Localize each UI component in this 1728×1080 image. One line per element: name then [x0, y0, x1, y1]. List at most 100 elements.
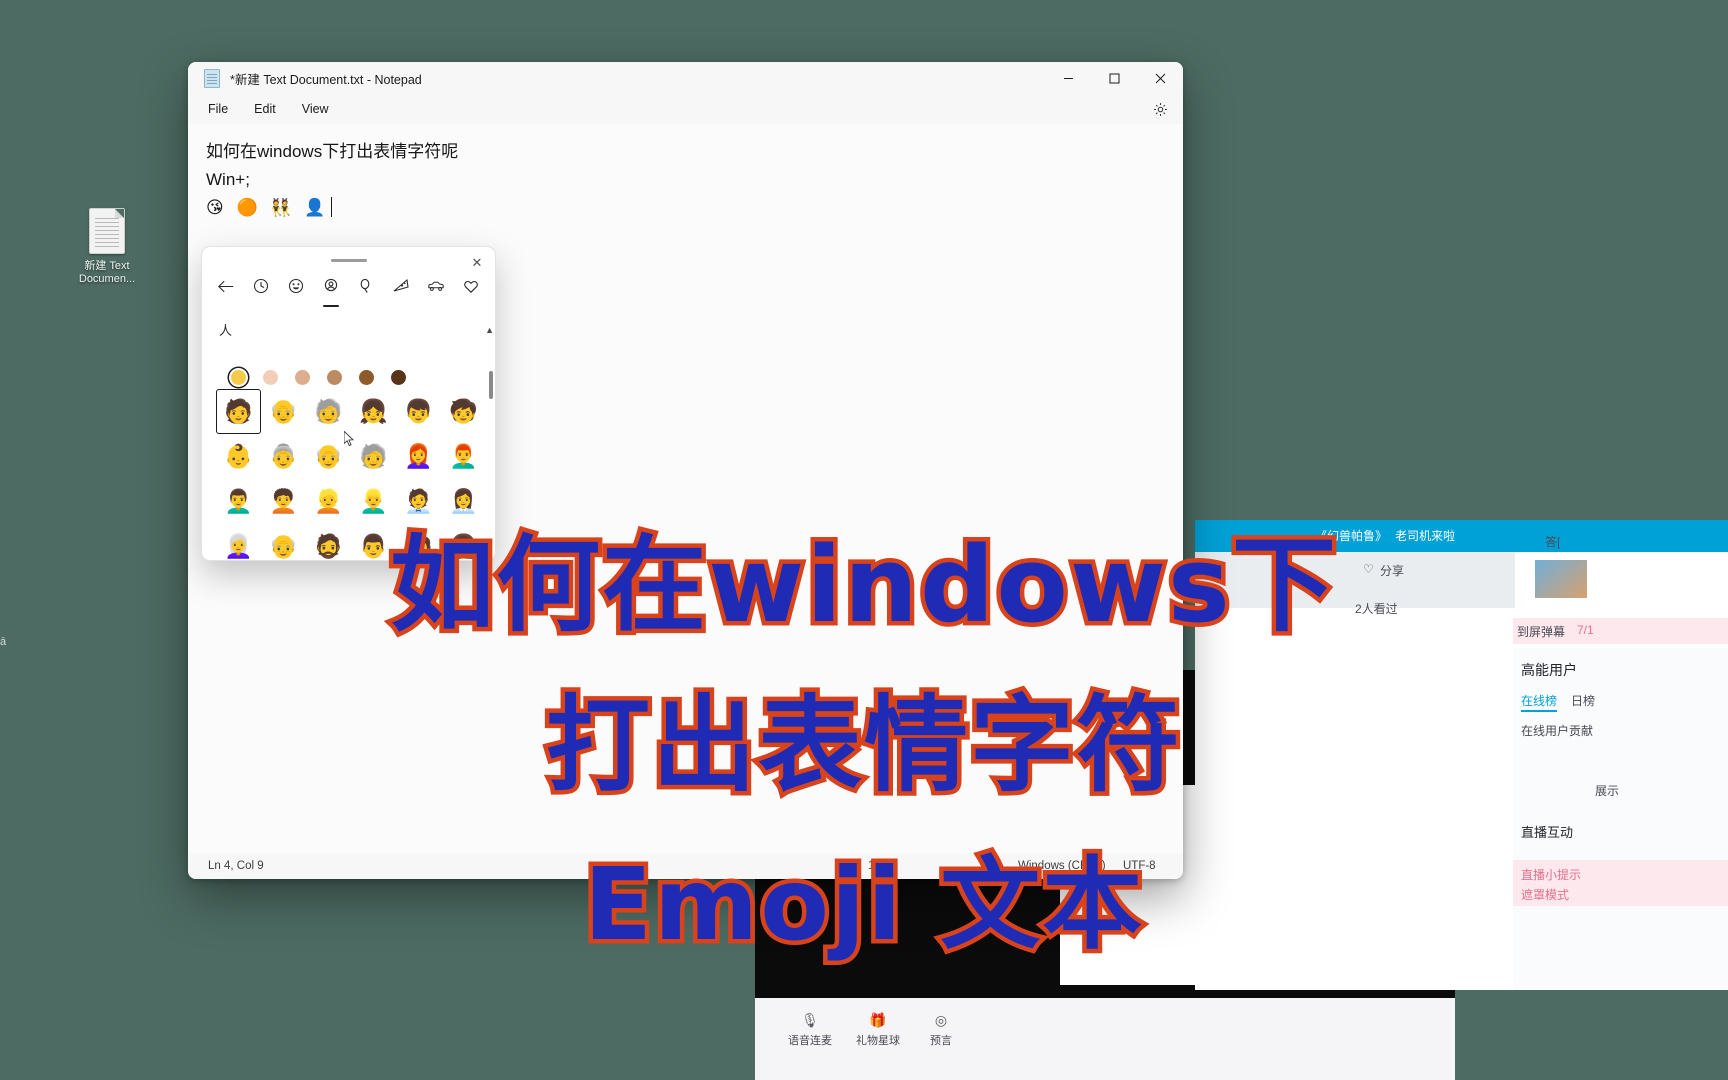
panel-tab-day[interactable]: 日榜 [1571, 692, 1595, 709]
control-gift-planet[interactable]: 🎁 礼物星球 [843, 1012, 913, 1048]
emoji-cell[interactable]: 👦 [396, 389, 441, 434]
document-line-4: 😘 🟠 👯 👤 [206, 194, 1165, 222]
car-icon[interactable] [424, 274, 448, 298]
people-icon[interactable] [319, 274, 343, 298]
category-label: 人 [219, 323, 233, 338]
danmaku-label: 到屏弹幕 [1517, 625, 1566, 639]
notepad-icon [204, 68, 220, 88]
emoji-cell[interactable]: 🧔 [306, 524, 351, 560]
gear-icon[interactable] [1151, 100, 1169, 118]
emoji-cell[interactable]: 👩‍🦰 [396, 434, 441, 479]
emoji-cell[interactable]: 👵 [261, 434, 306, 479]
panel-tab-online[interactable]: 在线榜 [1521, 692, 1557, 709]
window-title: *新建 Text Document.txt - Notepad [230, 72, 422, 87]
text-caret [331, 197, 333, 217]
emoji-scroll-area[interactable]: 🧑 👴 🧓 👧 👦 🧒 👶 👵 👴 🧓 👩‍🦰 👨‍🦰 👨‍🦱 🧑‍🦱 👱 👱‍… [202, 359, 495, 560]
control-prediction[interactable]: ◎ 预言 [911, 1012, 971, 1048]
skin-tone-medium[interactable] [318, 365, 350, 389]
pizza-icon[interactable] [389, 274, 413, 298]
status-encoding[interactable]: UTF-8 [1123, 860, 1156, 872]
skin-tone-medium-dark[interactable] [350, 365, 382, 389]
panel-note: 展示 [1595, 784, 1620, 798]
stream-tag: 老司机来啦 [1395, 529, 1456, 543]
emoji-grid: 🧑 👴 🧓 👧 👦 🧒 👶 👵 👴 🧓 👩‍🦰 👨‍🦰 👨‍🦱 🧑‍🦱 👱 👱‍… [202, 389, 495, 560]
emoji-cell[interactable]: 👨‍🦰 [441, 434, 486, 479]
mouse-pointer-icon [344, 431, 355, 447]
desktop-icon-text-document[interactable]: 新建 Text Documen... [72, 208, 142, 286]
skin-tone-medium-light[interactable] [286, 365, 318, 389]
panel-tab-underline [1521, 710, 1557, 712]
menu-item-edit[interactable]: Edit [242, 98, 288, 120]
share-icon[interactable]: ♡ [1363, 562, 1374, 576]
menu-item-file[interactable]: File [196, 98, 240, 120]
viewer-count: 2人看过 [1355, 602, 1398, 616]
control-label: 语音连麦 [788, 1035, 832, 1047]
gift-icon: 🎁 [869, 1012, 887, 1028]
close-button[interactable] [1137, 62, 1183, 94]
emoji-cell[interactable]: 🧑 [396, 524, 441, 560]
stream-title: 《幻兽帕鲁》 [1315, 529, 1388, 543]
stream-sub-label: 答[ [1545, 535, 1561, 549]
back-arrow-icon[interactable] [214, 274, 238, 298]
emoji-cell[interactable]: 👴 [261, 524, 306, 560]
emoji-cell[interactable]: 👩‍💼 [441, 479, 486, 524]
smiley-icon[interactable] [284, 274, 308, 298]
minimize-button[interactable] [1045, 62, 1091, 94]
notepad-statusbar: Ln 4, Col 9 100% Windows (CRLF) UTF-8 [188, 853, 1183, 879]
control-label: 礼物星球 [856, 1035, 900, 1047]
skin-tone-light[interactable] [254, 365, 286, 389]
share-label[interactable]: 分享 [1380, 562, 1404, 579]
mic-icon: 🎙 [801, 1012, 819, 1028]
emoji-picker-tabs [202, 274, 495, 298]
tip-line-1: 直播小提示 [1521, 868, 1582, 882]
stream-thumbnail [1535, 560, 1587, 598]
emoji-cell[interactable]: 👱‍♂️ [351, 479, 396, 524]
text-document-icon [89, 208, 125, 254]
close-icon[interactable]: ✕ [467, 253, 487, 273]
desktop-edge-fragment: ā [0, 636, 7, 648]
emoji-cell[interactable]: 👱 [306, 479, 351, 524]
emoji-cell[interactable]: 👶 [216, 434, 261, 479]
emoji-cell[interactable]: 🧑‍💼 [396, 479, 441, 524]
emoji-cell[interactable]: 🧑‍🦱 [261, 479, 306, 524]
maximize-button[interactable] [1091, 62, 1137, 94]
emoji-cell[interactable]: 👧 [351, 389, 396, 434]
live-stream-titlebar [1195, 520, 1728, 552]
emoji-cell[interactable]: 👩 [441, 524, 486, 560]
window-controls [1045, 62, 1183, 94]
emoji-picker-panel: ✕ 人 [201, 246, 496, 561]
clock-icon[interactable] [249, 274, 273, 298]
emoji-cell[interactable]: 🧓 [351, 434, 396, 479]
balloon-icon[interactable] [354, 274, 378, 298]
target-icon: ◎ [934, 1012, 948, 1028]
emoji-cell[interactable]: 👨 [351, 524, 396, 560]
document-line-1: 如何在windows下打出表情字符呢 [206, 142, 459, 161]
panel-subtitle: 在线用户贡献 [1521, 724, 1594, 738]
emoji-cell[interactable]: 👴 [261, 389, 306, 434]
emoji-cell[interactable]: 🧑 [216, 389, 261, 434]
notepad-titlebar[interactable]: *新建 Text Document.txt - Notepad [188, 62, 1183, 94]
panel-title: 高能用户 [1521, 662, 1577, 678]
emoji-cell[interactable]: 🧒 [441, 389, 486, 434]
control-voice-link[interactable]: 🎙 语音连麦 [775, 1012, 845, 1048]
drag-handle[interactable] [330, 259, 367, 262]
skin-tone-default[interactable] [222, 365, 254, 389]
document-line-3: Win+; [206, 170, 250, 189]
scroll-up-arrow[interactable]: ▲ [485, 325, 494, 335]
skin-tone-dark[interactable] [382, 365, 414, 389]
status-zoom[interactable]: 100% [868, 860, 897, 872]
notepad-menubar: File Edit View [188, 94, 1183, 124]
interaction-title: 直播互动 [1521, 825, 1574, 840]
menu-item-view[interactable]: View [290, 98, 341, 120]
emoji-cell[interactable]: 👨‍🦱 [216, 479, 261, 524]
desktop-icon-label: 新建 Text Documen... [78, 260, 136, 285]
tip-line-2: 遮罩模式 [1521, 888, 1570, 902]
status-line-ending[interactable]: Windows (CRLF) [1018, 860, 1106, 872]
emoji-cell[interactable]: 👩‍🦳 [216, 524, 261, 560]
emoji-cell[interactable]: 🧓 [306, 389, 351, 434]
skin-tone-selector [202, 359, 495, 389]
status-position: Ln 4, Col 9 [208, 860, 264, 872]
heart-icon[interactable] [459, 274, 483, 298]
scrollbar-thumb[interactable] [489, 371, 493, 399]
danmaku-time: 7/1 [1577, 623, 1594, 637]
